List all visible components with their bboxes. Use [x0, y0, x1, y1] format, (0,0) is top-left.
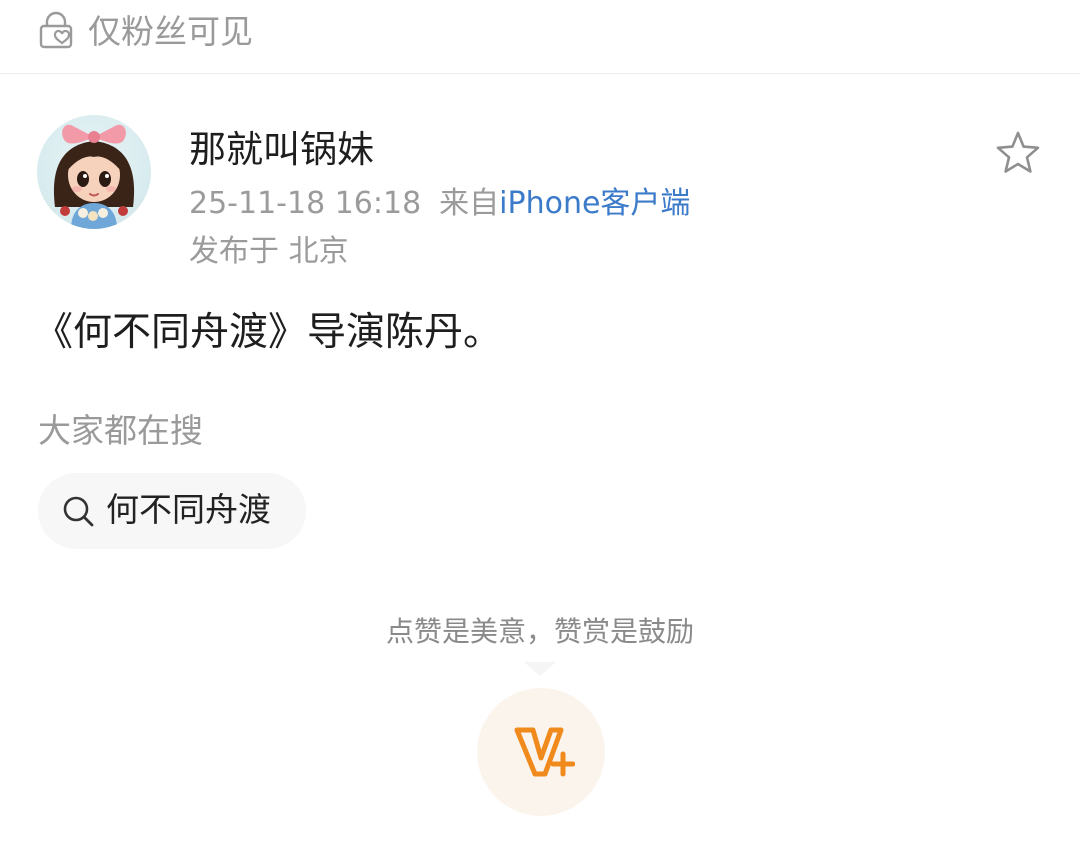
reward-pointer	[524, 662, 556, 676]
avatar[interactable]	[37, 115, 151, 229]
post-meta: 25-11-18 16:18 来自iPhone客户端	[189, 184, 690, 224]
search-heading: 大家都在搜	[38, 411, 203, 450]
search-chip-label: 何不同舟渡	[106, 490, 271, 529]
lock-heart-icon	[39, 11, 73, 49]
weibo-post-page: 仅粉丝可见 那就叫锅妹 25-11-18 16:18 来自iPhone客户端 发布	[0, 0, 1080, 846]
author-name[interactable]: 那就叫锅妹	[189, 126, 374, 174]
search-icon	[63, 496, 94, 527]
post-location: 发布于 北京	[189, 234, 349, 269]
source-prefix: 来自	[439, 186, 500, 221]
v-plus-icon	[514, 727, 575, 777]
star-icon[interactable]	[992, 128, 1044, 180]
search-chip[interactable]: 何不同舟渡	[38, 473, 306, 549]
source-link[interactable]: iPhone客户端	[499, 186, 690, 221]
reward-hint: 点赞是美意，赞赏是鼓励	[385, 615, 694, 648]
visibility-bar: 仅粉丝可见	[0, 0, 1080, 74]
post-content: 《何不同舟渡》导演陈丹。	[34, 310, 503, 355]
reward-button[interactable]	[477, 688, 605, 816]
avatar-illustration	[53, 124, 135, 229]
visibility-label: 仅粉丝可见	[88, 12, 253, 51]
post-timestamp: 25-11-18 16:18	[189, 186, 422, 221]
